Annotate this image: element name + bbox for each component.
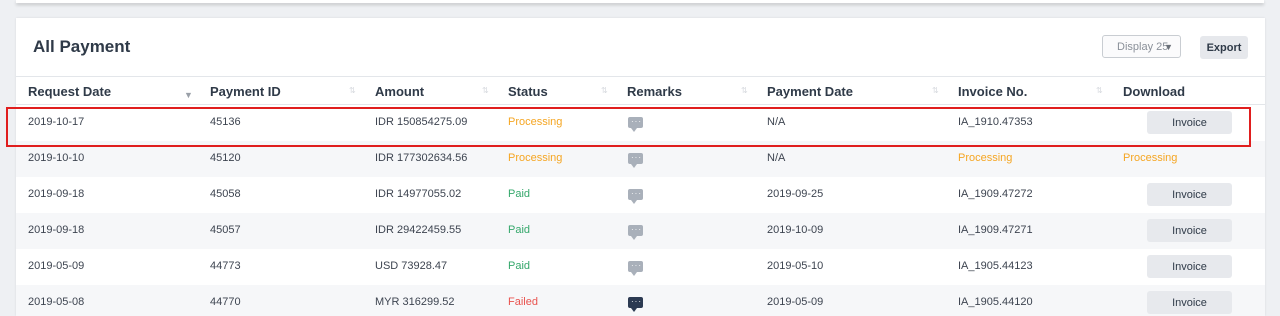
column-header-remarks[interactable]: Remarks [627,84,682,99]
request-date-cell: 2019-09-18 [28,224,85,236]
chat-bubble-icon[interactable]: ··· [628,297,643,312]
sort-arrows-icon[interactable]: ⇅ [349,87,356,95]
export-button[interactable]: Export [1200,36,1248,59]
invoice-no-cell: IA_1909.47272 [958,188,1033,200]
amount-cell: IDR 150854275.09 [375,116,468,128]
status-badge: Paid [508,260,531,272]
invoice-download-button[interactable]: Invoice [1147,183,1232,206]
invoice-download-button[interactable]: Invoice [1147,111,1232,134]
payment-date-cell: 2019-09-25 [767,188,824,200]
request-date-cell: 2019-05-08 [28,296,85,308]
column-header-request-date[interactable]: Request Date [28,84,111,99]
payment-id-cell: 45058 [210,188,241,200]
payment-date-cell: 2019-05-10 [767,260,824,272]
amount-cell: USD 73928.47 [375,260,448,272]
sort-arrows-icon[interactable]: ⇅ [601,87,608,95]
column-header-amount[interactable]: Amount [375,84,424,99]
amount-cell: IDR 29422459.55 [375,224,462,236]
request-date-cell: 2019-10-17 [28,116,85,128]
chat-bubble-icon[interactable]: ··· [628,189,643,204]
chat-bubble-icon[interactable]: ··· [628,261,643,276]
invoice-no-cell: IA_1905.44120 [958,296,1033,308]
table-row[interactable]: 2019-09-18 45058 IDR 14977055.02 Paid ··… [16,177,1265,213]
request-date-cell: 2019-09-18 [28,188,85,200]
download-status-text: Processing [1123,152,1178,164]
chat-bubble-icon[interactable]: ··· [628,117,643,132]
table-row[interactable]: 2019-10-10 45120 IDR 177302634.56 Proces… [16,141,1265,177]
payment-id-cell: 45136 [210,116,241,128]
chat-bubble-icon[interactable]: ··· [628,225,643,240]
sort-arrows-icon[interactable]: ⇅ [1096,87,1103,95]
sort-arrows-icon[interactable]: ⇅ [932,87,939,95]
sort-desc-icon[interactable]: ▼ [184,91,193,100]
payment-date-cell: 2019-05-09 [767,296,824,308]
payment-id-cell: 44773 [210,260,241,272]
amount-cell: MYR 316299.52 [375,296,455,308]
table-header: Request Date ▼ Payment ID ⇅ Amount ⇅ Sta… [16,76,1265,105]
payment-date-cell: N/A [767,152,786,164]
top-edge [16,0,1264,3]
column-header-download: Download [1123,84,1186,99]
display-count-label: Display 25 [1117,40,1169,53]
sort-arrows-icon[interactable]: ⇅ [741,87,748,95]
request-date-cell: 2019-05-09 [28,260,85,272]
payment-id-cell: 45057 [210,224,241,236]
invoice-no-cell: IA_1910.47353 [958,116,1033,128]
table-row[interactable]: 2019-09-18 45057 IDR 29422459.55 Paid ··… [16,213,1265,249]
payment-date-cell: 2019-10-09 [767,224,824,236]
payment-date-cell: N/A [767,116,786,128]
request-date-cell: 2019-10-10 [28,152,85,164]
status-badge: Processing [508,152,563,164]
invoice-download-button[interactable]: Invoice [1147,255,1232,278]
column-header-invoice-no[interactable]: Invoice No. [958,84,1027,99]
payments-table: Request Date ▼ Payment ID ⇅ Amount ⇅ Sta… [16,76,1265,316]
status-badge: Paid [508,224,531,236]
column-header-payment-id[interactable]: Payment ID [210,84,281,99]
column-header-status[interactable]: Status [508,84,548,99]
invoice-no-cell: IA_1905.44123 [958,260,1033,272]
status-badge: Paid [508,188,531,200]
payment-card: All Payment Display 25 ▼ Export Request … [16,18,1265,316]
amount-cell: IDR 14977055.02 [375,188,462,200]
chat-bubble-icon[interactable]: ··· [628,153,643,168]
status-badge: Processing [508,116,563,128]
page-title: All Payment [33,37,131,56]
payment-id-cell: 45120 [210,152,241,164]
table-row[interactable]: 2019-05-09 44773 USD 73928.47 Paid ··· 2… [16,249,1265,285]
invoice-no-cell: IA_1909.47271 [958,224,1033,236]
invoice-download-button[interactable]: Invoice [1147,291,1232,314]
caret-down-icon: ▼ [1164,42,1173,52]
table-row[interactable]: 2019-05-08 44770 MYR 316299.52 Failed ··… [16,285,1265,316]
display-count-select[interactable]: Display 25 ▼ [1102,35,1181,58]
sort-arrows-icon[interactable]: ⇅ [482,87,489,95]
amount-cell: IDR 177302634.56 [375,152,468,164]
payment-id-cell: 44770 [210,296,241,308]
table-row[interactable]: 2019-10-17 45136 IDR 150854275.09 Proces… [16,105,1265,141]
column-header-payment-date[interactable]: Payment Date [767,84,853,99]
status-badge: Failed [508,296,538,308]
invoice-no-cell: Processing [958,152,1013,164]
invoice-download-button[interactable]: Invoice [1147,219,1232,242]
